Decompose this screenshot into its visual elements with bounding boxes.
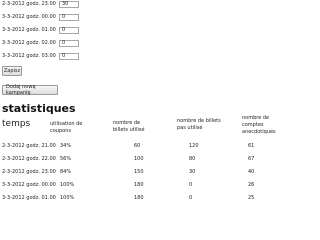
cell-time: 3-3-2012 godz. 00.00 bbox=[2, 182, 56, 188]
form-row: 3-3-2012 godz. 02.00 0 bbox=[2, 38, 79, 48]
cell-anecdotal: 67 bbox=[248, 156, 255, 162]
form-row-label: 3-3-2012 godz. 00.00 bbox=[2, 13, 56, 20]
cell-time: 3-3-2012 godz. 01.00 bbox=[2, 195, 56, 201]
cell-used: 150 bbox=[134, 169, 144, 175]
cell-usage: 84% bbox=[60, 169, 72, 175]
form-row-input[interactable]: 0 bbox=[59, 39, 79, 47]
add-campaign-button[interactable]: Dodaj nową kampanię bbox=[2, 84, 58, 96]
header-unused: nombre de billets pas utilisé bbox=[177, 118, 221, 131]
form-row-input[interactable]: 0 bbox=[59, 13, 79, 21]
cell-anecdotal: 40 bbox=[248, 169, 255, 175]
cell-unused: 120 bbox=[189, 143, 199, 149]
form-row-input[interactable]: 0 bbox=[59, 52, 79, 60]
form-row: 2-3-2012 godz. 23.00 30 bbox=[2, 0, 79, 9]
cell-usage: 100% bbox=[60, 182, 75, 188]
cell-usage: 34% bbox=[60, 143, 72, 149]
cell-time: 2-3-2012 godz. 22.00 bbox=[2, 156, 56, 162]
cell-usage: 56% bbox=[60, 156, 72, 162]
cell-unused: 0 bbox=[189, 182, 193, 188]
cell-unused: 0 bbox=[189, 195, 193, 201]
cell-anecdotal: 25 bbox=[248, 195, 255, 201]
cell-usage: 100% bbox=[60, 195, 75, 201]
header-used: nombre de billets utilisé bbox=[113, 120, 145, 133]
cell-used: 180 bbox=[134, 195, 144, 201]
cell-used: 180 bbox=[134, 182, 144, 188]
cell-time: 2-3-2012 godz. 21.00 bbox=[2, 143, 56, 149]
form-row-label: 3-3-2012 godz. 02.00 bbox=[2, 39, 56, 46]
form-row: 3-3-2012 godz. 03.00 0 bbox=[2, 51, 79, 61]
save-button[interactable]: Zapisz bbox=[2, 66, 22, 76]
cell-time: 2-3-2012 godz. 23.00 bbox=[2, 169, 56, 175]
form-row-label: 3-3-2012 godz. 01.00 bbox=[2, 26, 56, 33]
cell-unused: 30 bbox=[189, 169, 196, 175]
cell-unused: 80 bbox=[189, 156, 196, 162]
cell-anecdotal: 26 bbox=[248, 182, 255, 188]
header-anecdotal: nombre de comptes anecdotiques bbox=[242, 115, 276, 135]
form-row: 3-3-2012 godz. 01.00 0 bbox=[2, 25, 79, 35]
form-row-label: 2-3-2012 godz. 23.00 bbox=[2, 0, 56, 7]
form-row: 3-3-2012 godz. 00.00 0 bbox=[2, 12, 79, 22]
form-row-label: 3-3-2012 godz. 03.00 bbox=[2, 52, 56, 59]
cell-used: 100 bbox=[134, 156, 144, 162]
form-row-input[interactable]: 30 bbox=[59, 0, 79, 8]
cell-used: 60 bbox=[134, 143, 141, 149]
cell-anecdotal: 61 bbox=[248, 143, 255, 149]
header-usage: utilisation de coupons bbox=[50, 121, 83, 134]
header-time: temps bbox=[2, 119, 31, 129]
stats-title: statistiques bbox=[2, 102, 76, 115]
form-row-input[interactable]: 0 bbox=[59, 26, 79, 34]
